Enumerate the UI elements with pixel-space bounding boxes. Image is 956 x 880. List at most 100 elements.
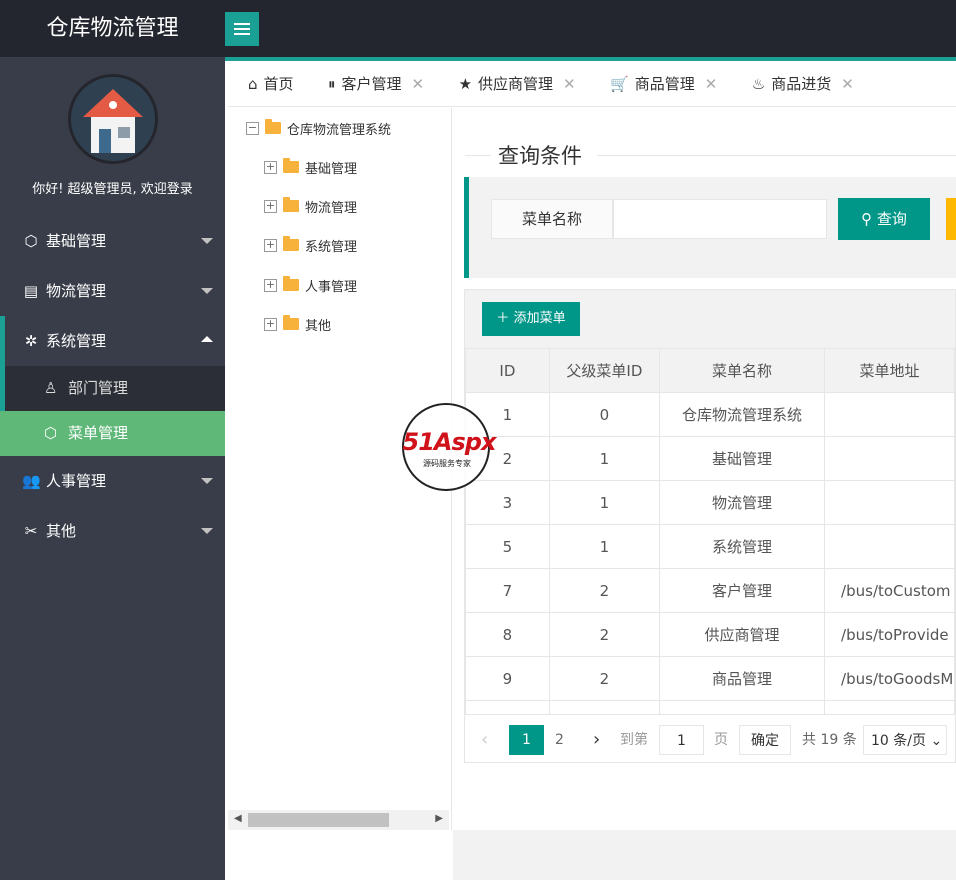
close-icon[interactable]: ✕ [705,75,718,93]
add-menu-button[interactable]: ＋ 添加菜单 [482,302,580,336]
table-cell: 2 [548,612,661,657]
column-header[interactable]: 菜单地址 [824,348,955,393]
cube-icon: ⬡ [44,424,58,442]
expand-icon[interactable]: + [264,317,277,331]
menu-table-panel: ＋ 添加菜单 ID 父级菜单ID 菜单名称 菜单地址 1 0 仓库物流管理系统 21… [464,289,956,763]
tab-goods[interactable]: 🛒 商品管理 ✕ [590,61,727,106]
table-cell: 供应商管理 [659,612,826,657]
table-row[interactable]: 5 1 系统管理 [465,524,955,569]
folder-icon [283,197,299,212]
watermark-tagline: 源码服务专家 [423,459,471,468]
sidebar: 你好! 超级管理员, 欢迎登录 ⬡ 基础管理 ▤ 物流管理 ✲ 系统管理 ♙ 部门管理 … [0,57,225,880]
next-page-icon[interactable]: › [593,725,600,755]
tree-horizontal-scrollbar[interactable]: ◀ ▶ [228,810,449,830]
table-cell: /bus/toProvide [824,612,955,657]
cube-icon: ⬡ [24,232,38,250]
sidebar-item-system[interactable]: ✲ 系统管理 [0,316,225,366]
tree-node[interactable]: + 物流管理 [264,196,357,216]
tab-home[interactable]: ⌂ 首页 [228,61,304,106]
goto-page-input[interactable]: 1 [659,725,704,755]
tree-root[interactable]: − 仓库物流管理系统 [246,118,391,138]
query-title: 查询条件 [498,144,582,168]
pagination: ‹ 1 2 › 到第 1 页 确定 共 19 条 10 条/页 ⌄ [465,714,955,762]
close-icon[interactable]: ✕ [841,75,854,93]
tab-bar: ⌂ 首页 ⏸ 客户管理 ✕ ★ 供应商管理 ✕ 🛒 商品管理 ✕ ♨ 商品进货 ✕ [228,61,956,107]
footer-area [453,830,956,880]
sidebar-item-basic[interactable]: ⬡ 基础管理 [0,216,225,266]
table-row[interactable]: 8 2 供应商管理/bus/toProvide [465,612,955,657]
table-row[interactable]: 2 1 基础管理 [465,436,955,481]
expand-icon[interactable]: + [264,278,277,292]
chevron-down-icon [201,288,213,294]
plus-icon: ＋ [496,311,514,326]
scroll-right-icon[interactable]: ▶ [435,813,443,824]
table-cell: 系统管理 [659,524,826,569]
tree-node[interactable]: + 基础管理 [264,157,357,177]
close-icon[interactable]: ✕ [563,75,576,93]
page-size-select[interactable]: 10 条/页 ⌄ [863,725,947,755]
expand-icon[interactable]: + [264,238,277,252]
table-cell: 基础管理 [659,436,826,481]
tab-customers[interactable]: ⏸ 客户管理 ✕ [308,61,434,106]
gear-icon: ✲ [24,332,38,350]
table-row[interactable]: 3 1 物流管理 [465,480,955,525]
table-row[interactable]: 7 2 客户管理/bus/toCustom [465,568,955,613]
goto-label: 到第 [620,732,648,748]
goto-confirm-button[interactable]: 确定 [739,725,791,755]
add-menu-label: 添加菜单 [513,311,566,326]
table-cell: 1 [548,480,661,525]
close-icon[interactable]: ✕ [412,75,425,93]
sidebar-nav: ⬡ 基础管理 ▤ 物流管理 ✲ 系统管理 ♙ 部门管理 ⬡ 菜单管理 👥 人事管理 [0,216,225,556]
scrollbar-thumb[interactable] [248,813,389,827]
folder-icon [283,236,299,251]
folder-open-icon [265,119,281,134]
table-row[interactable]: 1 0 仓库物流管理系统 [465,392,955,437]
column-header[interactable]: ID [465,348,550,393]
table-cell: /bus/toGoodsM [824,656,955,701]
tree-node-label: 系统管理 [305,239,358,255]
table-toolbar: ＋ 添加菜单 [465,290,955,348]
expand-icon[interactable]: + [264,199,277,213]
star-icon: ★ [458,75,473,93]
page-link[interactable]: 2 [555,725,564,755]
table-cell [824,392,955,437]
tab-suppliers[interactable]: ★ 供应商管理 ✕ [439,61,586,106]
table-row[interactable]: 9 2 商品管理/bus/toGoodsM [465,656,955,701]
page-current[interactable]: 1 [509,725,544,755]
menu-name-label: 菜单名称 [491,199,613,239]
tab-label: 商品进货 [771,75,832,93]
home-icon: ⌂ [248,75,258,93]
scroll-left-icon[interactable]: ◀ [234,813,242,824]
table-header-row: ID 父级菜单ID 菜单名称 菜单地址 [465,348,955,393]
chevron-down-icon [201,238,213,244]
chevron-down-icon [201,478,213,484]
tab-inport[interactable]: ♨ 商品进货 ✕ [732,61,864,106]
sidebar-item-label: 人事管理 [46,472,107,490]
sidebar-item-logistics[interactable]: ▤ 物流管理 [0,266,225,316]
tree-node-label: 人事管理 [305,279,358,295]
tree-node[interactable]: + 人事管理 [264,275,357,295]
tree-node[interactable]: + 系统管理 [264,235,357,255]
search-button[interactable]: ⚲ 查询 [838,198,930,240]
table-cell: 9 [465,656,550,701]
collapse-icon[interactable]: − [246,121,259,135]
column-header[interactable]: 菜单名称 [659,348,826,393]
sidebar-subitem-menu[interactable]: ⬡ 菜单管理 [0,411,225,456]
reset-button[interactable] [946,198,956,240]
table-cell: 物流管理 [659,480,826,525]
menu-table: ID 父级菜单ID 菜单名称 菜单地址 1 0 仓库物流管理系统 2 1 基础管理 31… [465,348,955,745]
prev-page-icon[interactable]: ‹ [481,725,488,755]
search-icon: ⚲ [861,210,877,228]
expand-icon[interactable]: + [264,160,277,174]
sidebar-item-label: 基础管理 [46,232,107,250]
sidebar-item-other[interactable]: ✂ 其他 [0,506,225,556]
avatar[interactable] [68,74,158,164]
sidebar-subitem-department[interactable]: ♙ 部门管理 [0,366,225,411]
tree-node[interactable]: + 其他 [264,314,331,334]
user-icon: ♙ [44,379,58,397]
menu-toggle-button[interactable] [225,12,259,46]
column-header[interactable]: 父级菜单ID [548,348,661,393]
menu-name-input[interactable] [613,199,827,239]
tree-node-label: 基础管理 [305,161,358,177]
sidebar-item-hr[interactable]: 👥 人事管理 [0,456,225,506]
